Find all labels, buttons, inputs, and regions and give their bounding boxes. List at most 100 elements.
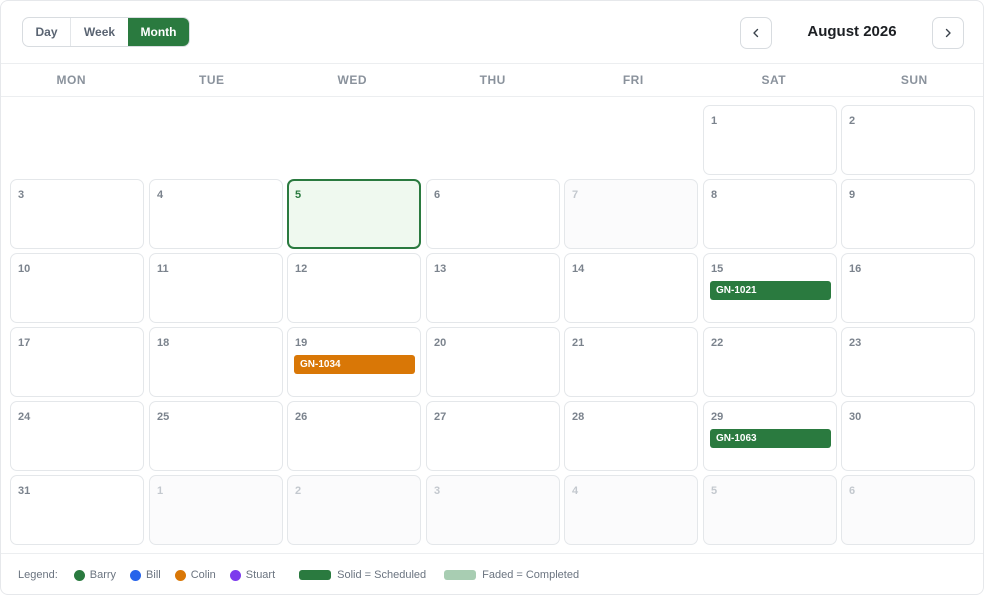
view-month-button[interactable]: Month <box>128 18 189 46</box>
day-cell[interactable]: 1 <box>149 475 283 545</box>
day-cell[interactable]: 13 <box>426 253 560 323</box>
chevron-left-icon <box>753 28 759 38</box>
weekday-label: TUE <box>199 73 225 87</box>
day-cell[interactable]: 29 GN-1063 <box>703 401 837 471</box>
person-color-dot <box>174 569 186 581</box>
day-number: 9 <box>849 189 856 201</box>
style-swatch <box>444 570 477 580</box>
person-color-dot <box>73 569 85 581</box>
view-day-button[interactable]: Day <box>23 18 70 46</box>
day-number: 19 <box>295 337 308 349</box>
day-cell[interactable]: 17 <box>10 327 144 397</box>
legend-style-label: Faded = Completed <box>482 569 580 581</box>
day-cell[interactable]: 21 <box>564 327 698 397</box>
day-number: 4 <box>572 485 579 497</box>
legend-person-name: Stuart <box>245 569 276 581</box>
day-number: 7 <box>572 189 579 201</box>
legend: Legend: Barry Bill Colin Stuart Solid = … <box>1 553 983 594</box>
day-cell[interactable]: 15 GN-1021 <box>703 253 837 323</box>
day-cell[interactable]: 12 <box>287 253 421 323</box>
day-number: 27 <box>434 411 447 423</box>
day-cell[interactable]: 9 <box>841 179 975 249</box>
weekday-header: MON TUE WED THU FRI SAT SUN <box>1 63 983 97</box>
day-cell[interactable]: 31 <box>10 475 144 545</box>
day-cell[interactable]: 10 <box>10 253 144 323</box>
day-cell[interactable]: 4 <box>149 179 283 249</box>
day-number: 16 <box>849 263 862 275</box>
event-chip[interactable]: GN-1063 <box>710 429 831 448</box>
legend-person-name: Colin <box>190 569 216 581</box>
day-number: 23 <box>849 337 862 349</box>
day-cell[interactable]: 28 <box>564 401 698 471</box>
day-number: 12 <box>295 263 308 275</box>
day-cell[interactable]: 5 <box>703 475 837 545</box>
day-number: 24 <box>18 411 31 423</box>
day-number: 31 <box>18 485 31 497</box>
calendar-frame: Day Week Month August 2026 MON TUE WED T… <box>0 0 984 595</box>
day-cell[interactable]: 7 <box>564 179 698 249</box>
day-number: 29 <box>711 411 724 423</box>
day-number: 18 <box>157 337 170 349</box>
style-swatch <box>299 570 332 580</box>
day-number: 28 <box>572 411 585 423</box>
day-number: 30 <box>849 411 862 423</box>
next-month-button[interactable] <box>932 17 964 49</box>
day-cell[interactable]: 1 <box>703 105 837 175</box>
day-cell[interactable]: 16 <box>841 253 975 323</box>
view-toggle: Day Week Month <box>22 17 190 47</box>
day-cell[interactable]: 14 <box>564 253 698 323</box>
legend-person: Colin <box>174 569 216 581</box>
person-color-dot <box>130 569 142 581</box>
day-cell[interactable]: 22 <box>703 327 837 397</box>
day-cell[interactable]: 18 <box>149 327 283 397</box>
weekday-label: SUN <box>900 73 928 87</box>
day-cell[interactable]: 6 <box>426 179 560 249</box>
day-cell[interactable]: 26 <box>287 401 421 471</box>
day-cell[interactable]: 24 <box>10 401 144 471</box>
day-cell[interactable]: 2 <box>841 105 975 175</box>
day-number: 14 <box>572 263 585 275</box>
event-chip[interactable]: GN-1021 <box>710 281 831 300</box>
day-cell[interactable]: 2 <box>287 475 421 545</box>
day-number: 4 <box>157 189 164 201</box>
weekday-label: FRI <box>622 73 644 87</box>
day-cell[interactable]: 25 <box>149 401 283 471</box>
day-cell[interactable]: 27 <box>426 401 560 471</box>
day-cell[interactable]: 4 <box>564 475 698 545</box>
day-cell[interactable]: 5 <box>287 179 421 249</box>
day-cell[interactable]: 6 <box>841 475 975 545</box>
day-number: 5 <box>711 485 718 497</box>
day-number: 22 <box>711 337 724 349</box>
day-number: 3 <box>434 485 441 497</box>
day-cell[interactable]: 19 GN-1034 <box>287 327 421 397</box>
day-number: 17 <box>18 337 31 349</box>
day-cell[interactable]: 3 <box>426 475 560 545</box>
day-cell[interactable]: 20 <box>426 327 560 397</box>
day-cell[interactable]: 11 <box>149 253 283 323</box>
day-cell[interactable]: 8 <box>703 179 837 249</box>
day-number: 15 <box>711 263 724 275</box>
legend-style-scheduled: Solid = Scheduled <box>299 569 426 581</box>
month-grid: 1 2 3 4 5 6 7 8 9 10 11 12 13 14 15 GN-1021 16 17 18 19 GN-1… <box>1 97 983 553</box>
view-week-button[interactable]: Week <box>70 18 128 46</box>
legend-label: Legend: <box>18 569 58 581</box>
day-cell[interactable]: 3 <box>10 179 144 249</box>
day-number: 8 <box>711 189 718 201</box>
legend-person: Barry <box>73 569 117 581</box>
legend-person-name: Barry <box>89 569 117 581</box>
event-chip[interactable]: GN-1034 <box>294 355 415 374</box>
day-number: 1 <box>711 115 718 127</box>
day-number: 25 <box>157 411 170 423</box>
day-number: 6 <box>849 485 856 497</box>
day-cell[interactable]: 23 <box>841 327 975 397</box>
legend-person: Stuart <box>229 569 276 581</box>
day-number: 1 <box>157 485 164 497</box>
month-title: August 2026 <box>807 23 897 40</box>
day-number: 6 <box>434 189 441 201</box>
day-cell[interactable]: 30 <box>841 401 975 471</box>
weekday-label: SAT <box>761 73 787 87</box>
day-number: 11 <box>157 263 169 275</box>
prev-month-button[interactable] <box>740 17 772 49</box>
person-color-dot <box>229 569 241 581</box>
chevron-right-icon <box>945 28 951 38</box>
